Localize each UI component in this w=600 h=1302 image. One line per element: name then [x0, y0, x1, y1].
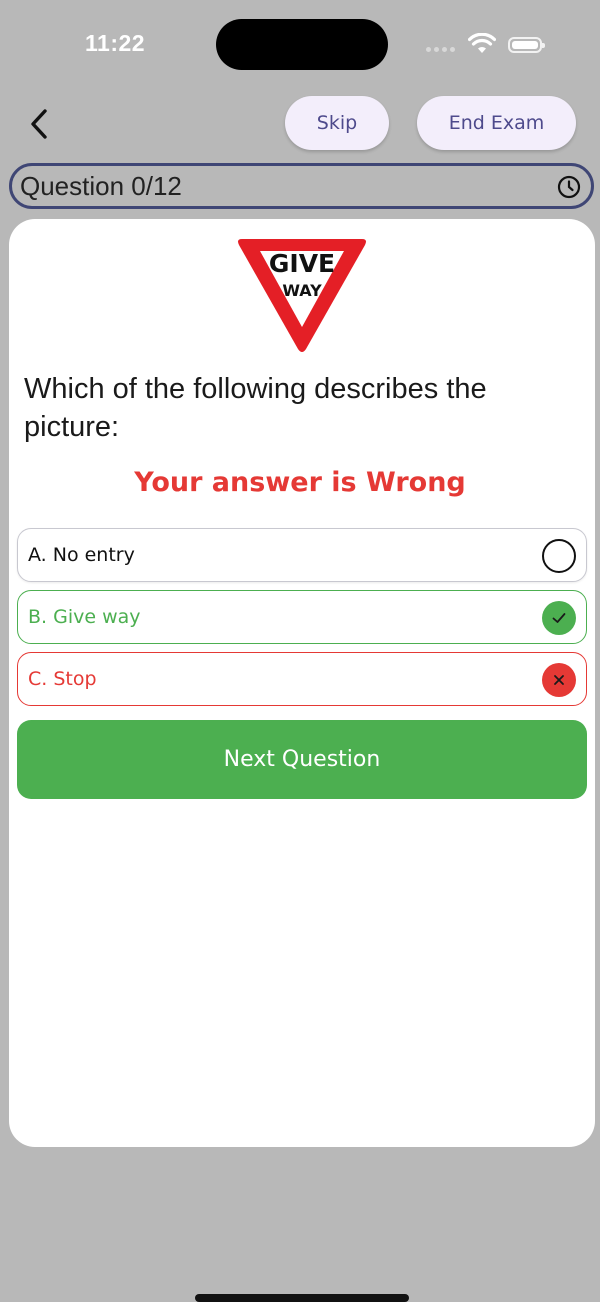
status-time: 11:22 — [85, 30, 146, 56]
option-b-label: B. Give way — [28, 606, 141, 628]
answer-result-message: Your answer is Wrong — [134, 467, 466, 498]
dynamic-island — [216, 19, 388, 70]
option-c[interactable]: C. Stop — [17, 652, 587, 706]
end-exam-button[interactable]: End Exam — [417, 96, 576, 150]
battery-icon — [508, 37, 545, 53]
question-counter: Question 0/12 — [20, 171, 182, 201]
home-indicator[interactable] — [195, 1294, 409, 1302]
option-a[interactable]: A. No entry — [17, 528, 587, 582]
option-a-label: A. No entry — [28, 544, 135, 566]
option-c-label: C. Stop — [28, 668, 97, 690]
checkmark-icon — [542, 601, 576, 635]
option-b[interactable]: B. Give way — [17, 590, 587, 644]
clock-icon — [557, 175, 581, 199]
sign-text-give: GIVE — [269, 249, 335, 278]
wifi-icon — [468, 33, 496, 53]
next-question-button[interactable]: Next Question — [17, 720, 587, 799]
skip-button[interactable]: Skip — [285, 96, 389, 150]
sign-text-way: WAY — [282, 281, 322, 300]
cellular-signal-icon — [426, 47, 455, 52]
question-text: Which of the following describes the pic… — [24, 373, 487, 443]
back-chevron-icon[interactable] — [22, 106, 58, 142]
close-icon — [542, 663, 576, 697]
give-way-sign-image: GIVE WAY — [238, 239, 366, 352]
question-progress-bar: Question 0/12 — [9, 163, 594, 209]
radio-empty-icon — [542, 539, 576, 573]
